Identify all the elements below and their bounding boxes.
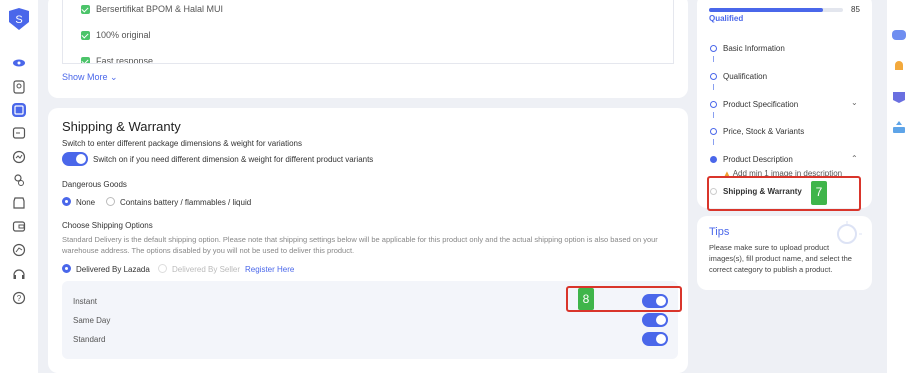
annotation-box-7 <box>707 176 861 211</box>
step-dot <box>710 45 717 52</box>
orders-icon[interactable] <box>12 103 26 117</box>
step-connector <box>713 84 714 90</box>
check-icon <box>81 30 90 40</box>
highlight-item: Fast response <box>81 56 153 63</box>
tips-card: Tips Please make sure to upload product … <box>697 216 872 290</box>
support-icon[interactable] <box>12 267 26 281</box>
section-title: Shipping & Warranty <box>62 119 181 134</box>
method-label: Standard <box>73 335 106 344</box>
variation-switch-label: Switch to enter different package dimens… <box>62 139 302 148</box>
marketing-icon[interactable] <box>12 126 26 140</box>
step-basic-information[interactable]: Basic Information <box>710 44 785 53</box>
step-dot <box>710 156 717 163</box>
annotation-badge-7: 7 <box>811 181 827 205</box>
step-connector <box>713 139 714 145</box>
logo-icon[interactable]: S <box>7 8 31 30</box>
step-price-stock[interactable]: Price, Stock & Variants <box>710 127 804 136</box>
help-icon[interactable]: ? <box>12 291 26 305</box>
same-day-toggle[interactable] <box>642 313 668 327</box>
variation-switch-text: Switch on if you need different dimensio… <box>93 155 374 164</box>
chat-icon[interactable] <box>890 28 908 44</box>
right-toolbar <box>887 0 911 373</box>
dg-contains-radio[interactable] <box>106 197 115 206</box>
method-label: Same Day <box>73 316 111 325</box>
step-product-description[interactable]: Product Description <box>710 155 793 164</box>
score-value: 85 <box>851 5 860 14</box>
seller-label: Delivered By Seller <box>172 265 241 274</box>
step-connector <box>713 112 714 118</box>
chevron-down-icon: ⌄ <box>110 72 118 82</box>
shipping-options-note: Standard Delivery is the default shippin… <box>62 235 658 255</box>
score-bar-fill <box>709 8 823 12</box>
chevron-down-icon[interactable]: ⌄ <box>851 98 858 107</box>
check-icon <box>81 56 90 63</box>
variation-toggle[interactable] <box>62 152 88 166</box>
highlights-list: Bersertifikat BPOM & Halal MUI 100% orig… <box>62 0 674 64</box>
step-dot <box>710 128 717 135</box>
seller-radio <box>158 264 167 273</box>
lazada-radio[interactable] <box>62 264 71 273</box>
step-dot <box>710 101 717 108</box>
step-connector <box>713 56 714 62</box>
check-icon <box>81 4 90 14</box>
store-icon[interactable] <box>12 196 26 210</box>
svg-text:?: ? <box>17 294 22 303</box>
shipping-options-label: Choose Shipping Options <box>62 221 153 230</box>
lightbulb-icon <box>837 221 862 244</box>
method-label: Instant <box>73 297 98 306</box>
product-icon[interactable] <box>12 80 26 94</box>
dg-none-radio[interactable] <box>62 197 71 206</box>
register-link[interactable]: Register Here <box>245 265 294 274</box>
dg-none-label[interactable]: None <box>76 198 95 207</box>
chevron-up-icon[interactable]: ⌃ <box>851 154 858 163</box>
chart-icon[interactable] <box>12 150 26 164</box>
bell-icon[interactable] <box>890 58 908 74</box>
score-status: Qualified <box>709 14 744 23</box>
dangerous-goods-label: Dangerous Goods <box>62 180 127 189</box>
step-product-specification[interactable]: Product Specification <box>710 100 798 109</box>
svg-text:S: S <box>15 14 22 26</box>
highlight-item: 100% original <box>81 30 151 40</box>
dg-contains-label[interactable]: Contains battery / flammables / liquid <box>120 198 251 207</box>
highlights-card: Bersertifikat BPOM & Halal MUI 100% orig… <box>48 0 688 98</box>
step-qualification[interactable]: Qualification <box>710 72 767 81</box>
eye-icon[interactable] <box>12 56 26 70</box>
shipping-card: Shipping & Warranty Switch to enter diff… <box>48 108 688 373</box>
left-sidebar: S ? <box>0 0 38 373</box>
annotation-badge-8: 8 <box>578 288 594 310</box>
upload-icon[interactable] <box>890 119 908 135</box>
message-icon[interactable] <box>890 89 908 105</box>
score-bar <box>709 8 843 12</box>
standard-toggle[interactable] <box>642 332 668 346</box>
show-more-link[interactable]: Show More ⌄ <box>62 72 118 83</box>
highlight-item: Bersertifikat BPOM & Halal MUI <box>81 4 223 14</box>
growth-icon[interactable] <box>12 243 26 257</box>
lazada-label[interactable]: Delivered By Lazada <box>76 265 150 274</box>
step-dot <box>710 73 717 80</box>
tips-title: Tips <box>709 226 730 238</box>
finance-icon[interactable] <box>12 173 26 187</box>
wallet-icon[interactable] <box>12 219 26 233</box>
